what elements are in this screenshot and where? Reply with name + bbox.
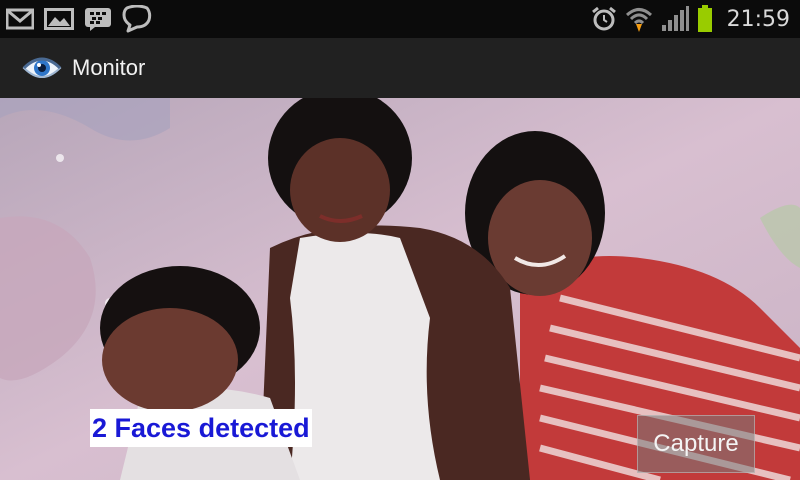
capture-button[interactable]: Capture <box>637 415 755 473</box>
battery-icon <box>697 5 713 33</box>
eye-icon[interactable] <box>22 52 62 84</box>
signal-icon <box>661 6 689 32</box>
gallery-icon <box>44 8 74 30</box>
action-bar: Monitor <box>0 38 800 100</box>
faces-detected-label: 2 Faces detected <box>90 409 312 447</box>
alarm-icon <box>591 6 617 32</box>
system-icons: 21:59 <box>591 4 790 34</box>
bbm-icon <box>84 7 112 31</box>
gmail-icon <box>6 8 34 30</box>
status-bar: 21:59 <box>0 0 800 38</box>
talk-bubble-icon <box>122 5 152 33</box>
wifi-icon <box>625 5 653 33</box>
notification-icons <box>6 4 152 34</box>
status-clock: 21:59 <box>726 6 790 32</box>
app-title: Monitor <box>72 55 146 80</box>
